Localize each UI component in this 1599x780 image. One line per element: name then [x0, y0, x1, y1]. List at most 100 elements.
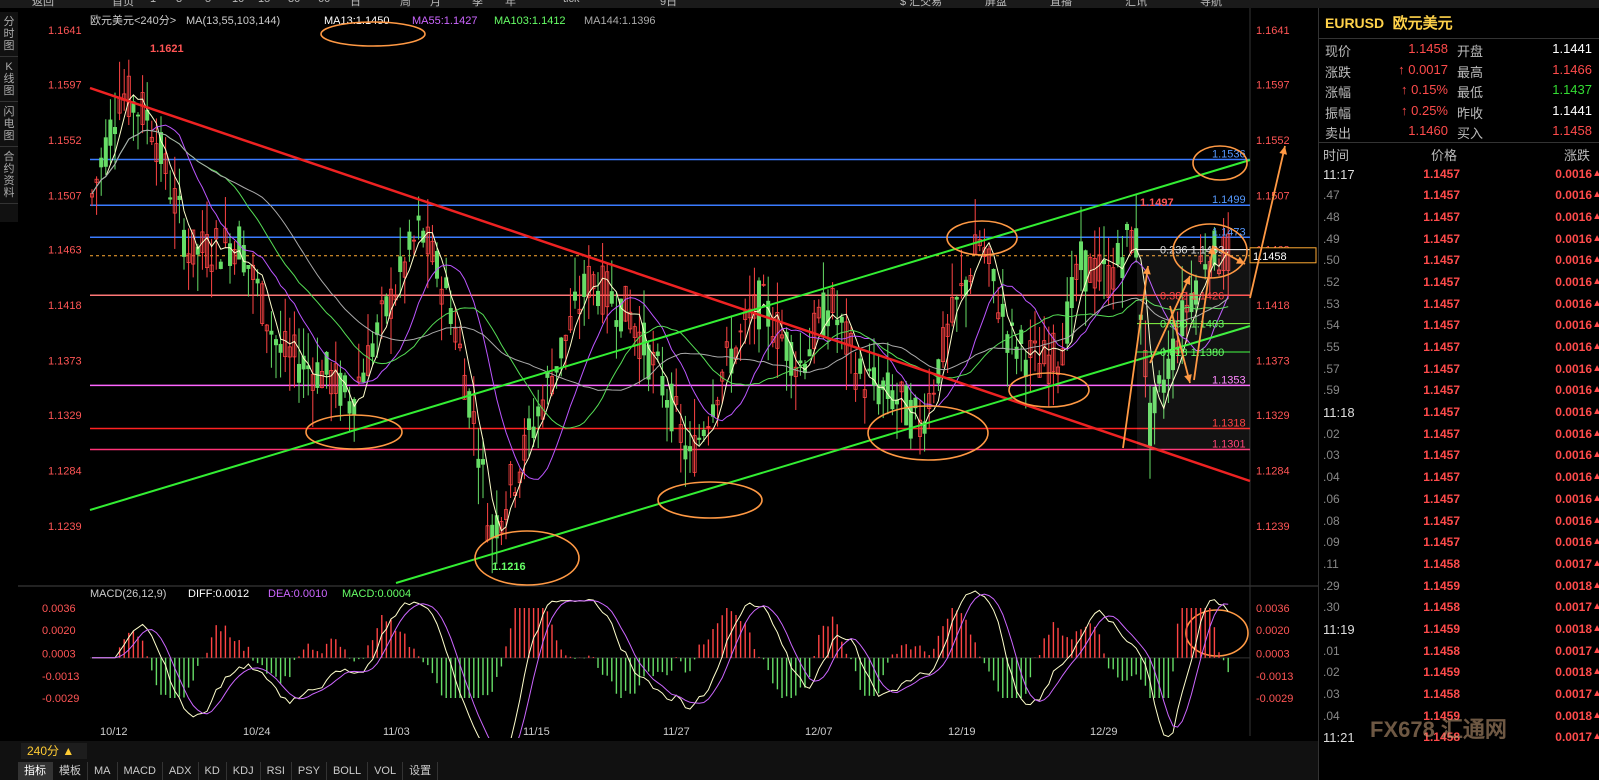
tick-row: 11:18 1.1457 0.0016 ▲	[1319, 402, 1599, 424]
up-arrow-icon: ▲	[1592, 644, 1599, 656]
candle-body	[954, 296, 959, 300]
quote-panel: EURUSD 欧元美元 现价 1.1458 开盘 1.1441 涨跌 ↑ 0.00…	[1318, 8, 1599, 780]
y-tick-left: 1.1641	[48, 25, 82, 37]
candle-body	[246, 264, 251, 269]
y-tick-right: 1.1641	[1256, 25, 1290, 37]
toolbar-item-6[interactable]: 15	[258, 0, 270, 5]
indicator-tab-4[interactable]: ADX	[163, 762, 199, 780]
tick-row: .53 1.1457 0.0016 ▲	[1319, 294, 1599, 316]
toolbar-item-17[interactable]: 屏盘	[985, 0, 1007, 8]
toolbar-item-8[interactable]: 60	[318, 0, 330, 5]
toolbar-item-1[interactable]: 首页	[112, 0, 134, 8]
chart-area[interactable]: 1.1641 1.1641 1.1597 1.1597 1.1552 1.1552 1.15…	[0, 8, 1318, 763]
tick-change: 0.0016	[1555, 209, 1592, 224]
tick-change: 0.0017	[1555, 600, 1592, 615]
toolbar-item-7[interactable]: 30	[288, 0, 300, 5]
candle-body	[683, 445, 688, 460]
tick-change: 0.0017	[1555, 643, 1592, 658]
candle-body	[757, 280, 762, 330]
level-label: 1.1353	[1212, 374, 1246, 386]
toolbar-item-9[interactable]: 日	[350, 0, 361, 8]
tick-time: .53	[1323, 296, 1340, 311]
up-arrow-icon: ▲	[1592, 210, 1599, 222]
candle-body	[596, 290, 601, 307]
toolbar-item-19[interactable]: 汇讯	[1125, 0, 1147, 8]
tick-change: 0.0016	[1555, 405, 1592, 420]
tick-change: 0.0016	[1555, 361, 1592, 376]
quote-value: 1.1466	[1552, 61, 1592, 77]
toolbar-item-16[interactable]: $ 汇交易	[900, 0, 942, 8]
tick-change: 0.0016	[1555, 470, 1592, 485]
tick-list[interactable]: 11:17 1.1457 0.0016 ▲ .47 1.1457 0.0016 ▲…	[1319, 164, 1599, 750]
toolbar-item-13[interactable]: 年	[505, 0, 516, 8]
candle-body	[807, 349, 812, 357]
candle-body	[536, 406, 541, 417]
toolbar-item-15[interactable]: 9日	[660, 0, 677, 8]
up-arrow-icon: ▲	[1592, 275, 1599, 287]
timeframe-selector[interactable]: 240分 ▲	[21, 743, 87, 759]
y-tick-left: 1.1507	[48, 190, 82, 202]
toolbar-item-18[interactable]: 直播	[1050, 0, 1072, 8]
toolbar-item-4[interactable]: 5	[205, 0, 211, 5]
tick-change: 0.0016	[1555, 166, 1592, 181]
indicator-tab-3[interactable]: MACD	[118, 762, 163, 780]
toolbar-item-3[interactable]: 3	[176, 0, 182, 5]
y-tick-right: 1.1239	[1256, 521, 1290, 533]
indicator-tab-1[interactable]: 模板	[53, 762, 88, 780]
header-change: 涨跌	[1563, 147, 1590, 163]
candle-body	[697, 437, 702, 440]
toolbar-item-11[interactable]: 月	[430, 0, 441, 8]
indicator-tab-8[interactable]: PSY	[292, 762, 327, 780]
tick-row: .02 1.1457 0.0016 ▲	[1319, 424, 1599, 446]
indicator-tab-7[interactable]: RSI	[261, 762, 292, 780]
toolbar-item-12[interactable]: 季	[472, 0, 483, 8]
candle-body	[559, 337, 564, 359]
toolbar-item-5[interactable]: 10	[232, 0, 244, 5]
tick-row: .50 1.1457 0.0016 ▲	[1319, 250, 1599, 272]
kline-chart[interactable]: 1.1641 1.1641 1.1597 1.1597 1.1552 1.1552 1.15…	[0, 8, 1318, 763]
x-tick: 12/19	[948, 726, 976, 738]
macd-diff: DIFF:0.0012	[188, 588, 249, 600]
toolbar-item-2[interactable]: 1	[150, 0, 156, 5]
tick-change: 0.0018	[1555, 665, 1592, 680]
candle-body	[936, 359, 941, 384]
level-label: 1.1499	[1212, 194, 1246, 206]
toolbar-item-20[interactable]: 导航	[1200, 0, 1222, 8]
quote-label: 涨幅	[1325, 85, 1352, 100]
indicator-tab-11[interactable]: 设置	[403, 762, 439, 780]
indicator-tab-6[interactable]: KDJ	[227, 762, 261, 780]
tick-change: 0.0016	[1555, 231, 1592, 246]
fib-label: 0.618 1.1380	[1160, 347, 1224, 359]
indicator-tab-2[interactable]: MA	[88, 762, 118, 780]
tick-time: .30	[1323, 600, 1340, 615]
indicator-tab-9[interactable]: BOLL	[327, 762, 369, 780]
tick-table-header: 时间 价格 涨跌	[1319, 141, 1599, 164]
tick-price: 1.1457	[1423, 448, 1460, 463]
tick-price: 1.1457	[1423, 513, 1460, 528]
quote-label: 昨收	[1457, 105, 1484, 121]
quote-row: 涨跌 ↑ 0.0017 最高 1.1466	[1319, 60, 1599, 81]
top-toolbar: 返回 首页 1 3 5 10 15 30 60 日 周 月 季 年 tick 9日 $ 汇交易 屏盘 直播 汇讯 导航	[0, 0, 1599, 8]
toolbar-item-10[interactable]: 周	[400, 0, 411, 8]
indicator-tab-5[interactable]: KD	[199, 762, 227, 780]
tick-price: 1.1457	[1423, 231, 1460, 246]
toolbar-item-0[interactable]: 返回	[32, 0, 54, 8]
candle-body	[347, 401, 352, 414]
up-arrow-icon: ▲	[1592, 471, 1599, 483]
indicator-tab-0[interactable]: 指标	[18, 762, 53, 780]
toolbar-item-14[interactable]: tick	[563, 0, 580, 5]
tick-time: .47	[1323, 188, 1340, 203]
tick-row: .02 1.1459 0.0018 ▲	[1319, 662, 1599, 684]
candle-body	[1125, 223, 1130, 230]
up-arrow-icon: ▲	[1592, 297, 1599, 309]
tick-time: .03	[1323, 687, 1340, 701]
tick-time: .06	[1323, 491, 1340, 506]
macd-tick-right: 0.0036	[1256, 603, 1290, 615]
tick-row: .54 1.1457 0.0016 ▲	[1319, 315, 1599, 337]
candle-body	[527, 418, 532, 431]
candle-body	[416, 215, 421, 221]
y-tick-right: 1.1552	[1256, 135, 1290, 147]
quote-label: 涨跌	[1325, 64, 1352, 80]
tick-row: .01 1.1458 0.0017 ▲	[1319, 641, 1599, 663]
indicator-tab-10[interactable]: VOL	[368, 762, 404, 780]
